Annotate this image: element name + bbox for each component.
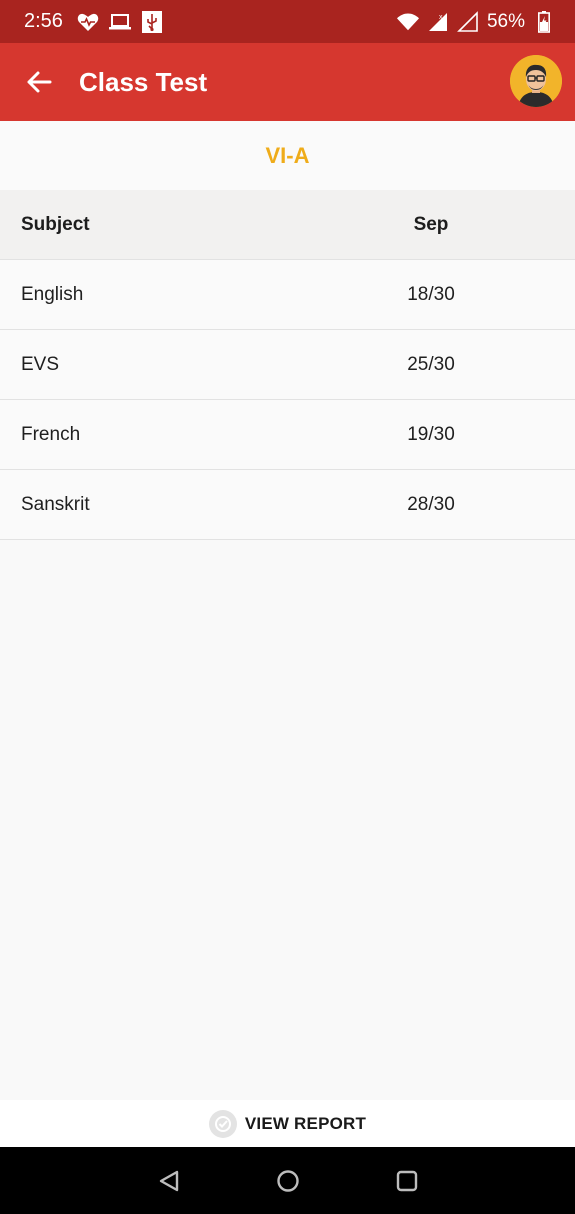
row-subject: EVS — [21, 353, 60, 375]
svg-text:x: x — [439, 14, 443, 21]
square-recents-icon — [396, 1170, 417, 1191]
nav-home-button[interactable] — [271, 1164, 305, 1198]
scores-table: Subject Sep English 18/30 EVS 25/30 Fren… — [0, 190, 575, 540]
nav-recents-button[interactable] — [390, 1164, 424, 1198]
nav-back-button[interactable] — [152, 1164, 186, 1198]
view-report-button[interactable]: VIEW REPORT — [0, 1100, 575, 1147]
status-left-icons — [77, 10, 163, 33]
status-bar: 2:56 x 56% — [0, 0, 575, 43]
arrow-left-icon — [27, 71, 52, 93]
class-label: VI-A — [0, 121, 575, 191]
signal-empty-icon — [457, 10, 479, 33]
row-score: 18/30 — [407, 283, 455, 305]
app-bar: Class Test — [0, 43, 575, 121]
row-subject: Sanskrit — [21, 493, 90, 515]
header-subject: Subject — [21, 213, 90, 235]
circle-home-icon — [276, 1169, 299, 1192]
battery-charging-icon — [533, 10, 555, 33]
header-month: Sep — [413, 213, 449, 235]
row-score: 28/30 — [407, 493, 455, 515]
wifi-icon — [396, 11, 419, 33]
user-avatar-icon — [510, 55, 562, 107]
row-score: 25/30 — [407, 353, 455, 375]
status-right: x 56% — [396, 10, 555, 33]
table-row: English 18/30 — [0, 260, 575, 330]
usb-icon — [141, 10, 163, 33]
signal-icon: x — [427, 11, 449, 33]
status-time: 2:56 — [24, 10, 63, 32]
system-nav-bar — [0, 1147, 575, 1214]
table-row: Sanskrit 28/30 — [0, 470, 575, 540]
row-subject: English — [21, 283, 84, 305]
avatar[interactable] — [510, 55, 562, 107]
view-report-label: VIEW REPORT — [244, 1113, 367, 1133]
battery-percent: 56% — [486, 10, 525, 32]
table-row: EVS 25/30 — [0, 330, 575, 400]
table-row: French 19/30 — [0, 400, 575, 470]
page-title: Class Test — [79, 66, 208, 97]
back-button[interactable] — [19, 62, 59, 102]
report-check-icon — [208, 1109, 237, 1138]
triangle-back-icon — [159, 1170, 178, 1191]
row-score: 19/30 — [407, 423, 455, 445]
row-subject: French — [21, 423, 81, 445]
heart-pulse-icon — [77, 11, 99, 33]
table-header: Subject Sep — [0, 190, 575, 260]
laptop-icon — [108, 11, 131, 33]
